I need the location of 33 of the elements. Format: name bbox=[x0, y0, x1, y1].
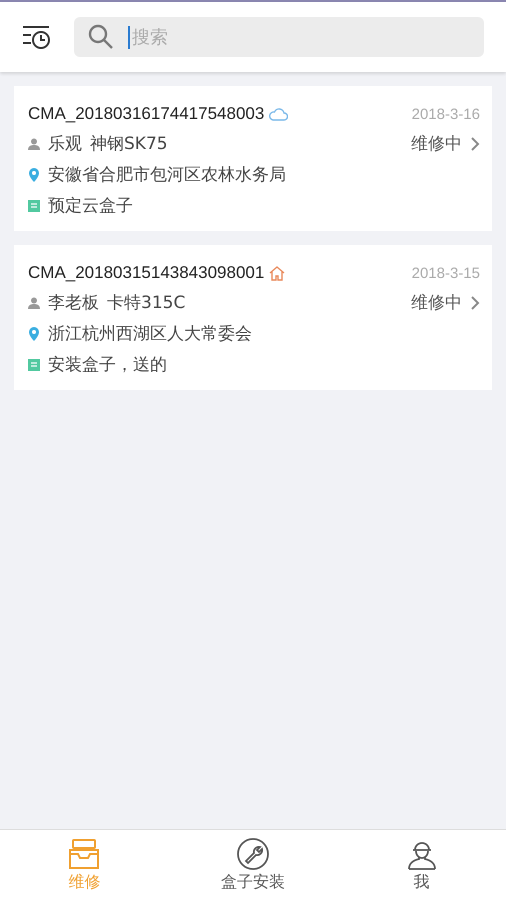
tab-item[interactable]: 我 bbox=[337, 830, 506, 900]
order-note: 安装盒子，送的 bbox=[48, 354, 167, 376]
machine-model: 神钢SK75 bbox=[90, 133, 168, 155]
history-list-icon[interactable] bbox=[22, 24, 52, 50]
order-status: 维修中 bbox=[411, 133, 462, 155]
order-card[interactable]: CMA_20180316174417548003 2018-3-16 乐观 神钢SK75 维修中 安徽省合肥市包河区农林水务局 预定云盒子 bbox=[14, 86, 492, 231]
order-card[interactable]: CMA_20180315143843098001 2018-3-15 李老板 卡特315C 维修中 浙江杭州西湖区人大常委会 安装盒子，送的 bbox=[14, 245, 492, 390]
location-pin-icon bbox=[28, 326, 40, 340]
cloud-icon bbox=[268, 107, 288, 121]
owner-name: 乐观 bbox=[48, 133, 82, 155]
order-address: 安徽省合肥市包河区农林水务局 bbox=[48, 164, 286, 186]
person-icon bbox=[28, 296, 40, 308]
note-icon bbox=[28, 358, 40, 370]
owner-name: 李老板 bbox=[48, 292, 99, 314]
search-icon bbox=[88, 24, 114, 50]
note-icon bbox=[28, 200, 40, 212]
order-status: 维修中 bbox=[411, 292, 462, 314]
chevron-right-icon bbox=[470, 294, 480, 310]
machine-model: 卡特315C bbox=[107, 292, 186, 314]
search-bar[interactable]: 搜索 bbox=[74, 17, 484, 57]
person-icon bbox=[28, 138, 40, 150]
tab-item[interactable]: 盒子安装 bbox=[168, 830, 338, 900]
wrench-icon bbox=[236, 838, 270, 870]
order-date: 2018-3-15 bbox=[412, 264, 480, 282]
order-note: 预定云盒子 bbox=[48, 195, 133, 217]
order-address: 浙江杭州西湖区人大常委会 bbox=[48, 323, 252, 345]
order-code: CMA_20180315143843098001 bbox=[28, 263, 264, 283]
tray-icon bbox=[67, 838, 102, 870]
order-code: CMA_20180316174417548003 bbox=[28, 104, 264, 124]
order-date: 2018-3-16 bbox=[412, 106, 480, 122]
location-pin-icon bbox=[28, 168, 40, 182]
house-icon bbox=[268, 265, 286, 281]
chevron-right-icon bbox=[470, 136, 480, 152]
